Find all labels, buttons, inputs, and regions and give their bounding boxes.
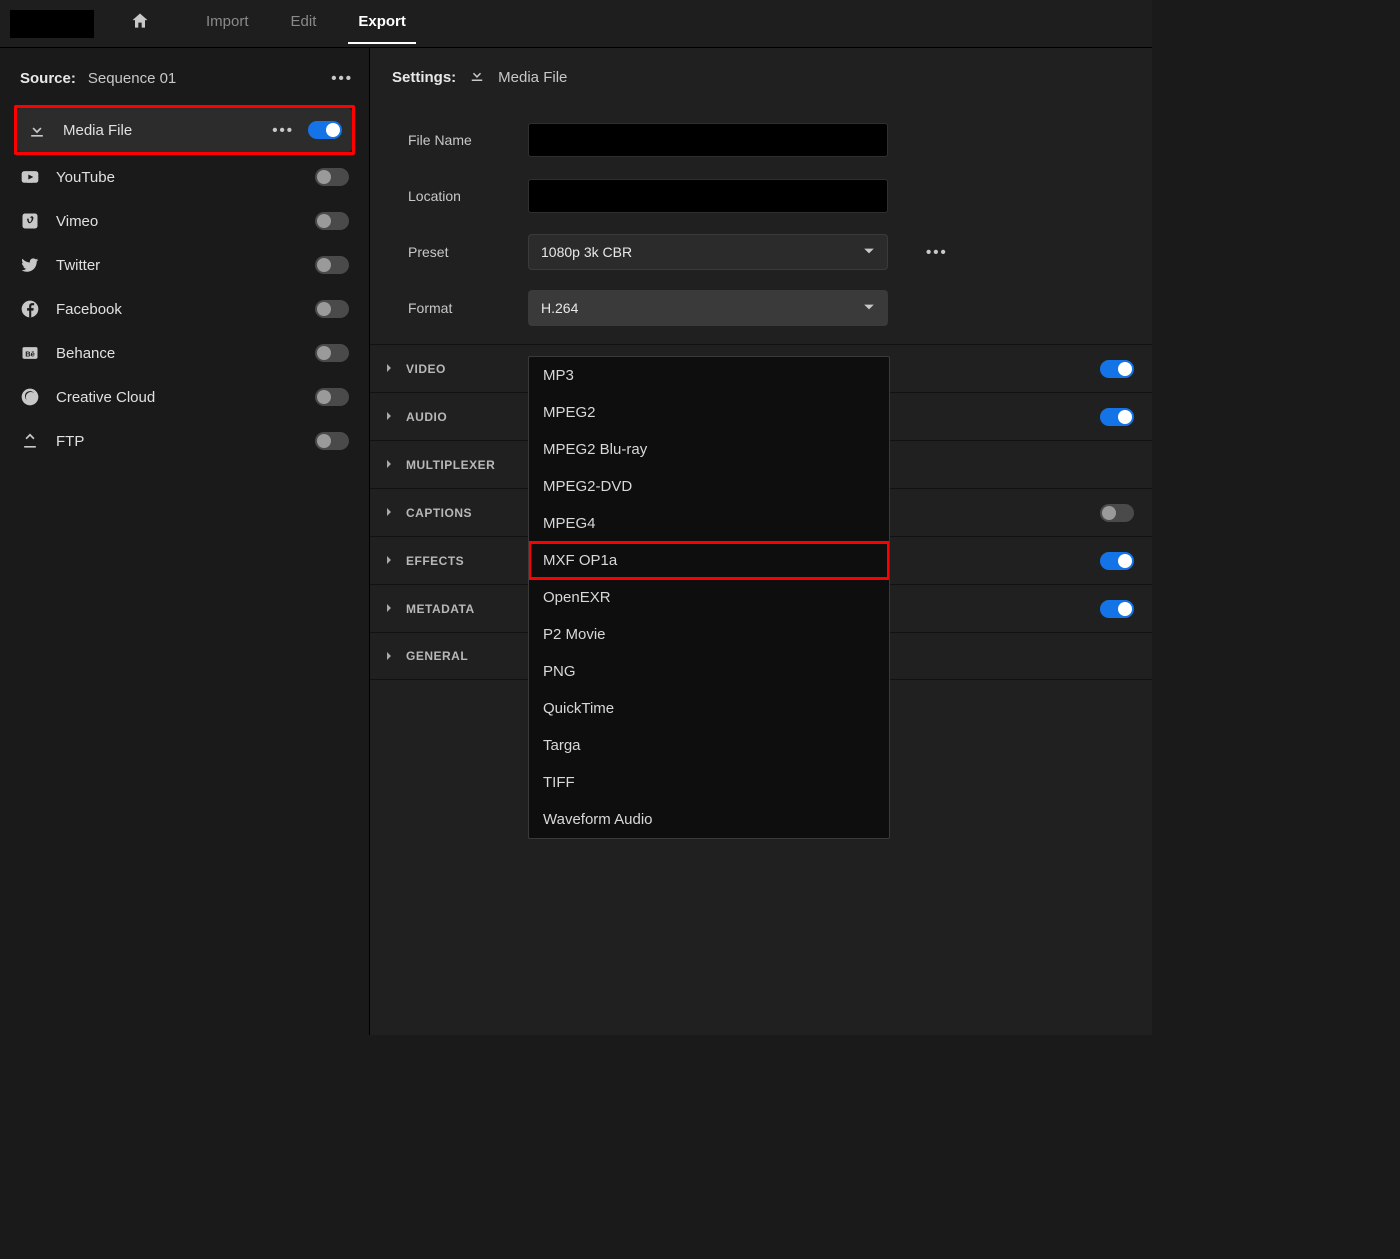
file-name-input[interactable] — [528, 123, 888, 157]
facebook-icon — [18, 297, 42, 321]
chevron-right-icon — [384, 600, 394, 617]
home-button[interactable] — [120, 1, 160, 47]
chevron-right-icon — [384, 360, 394, 377]
chevron-right-icon — [384, 408, 394, 425]
format-value: H.264 — [541, 300, 578, 316]
format-option[interactable]: PNG — [529, 653, 889, 690]
section-toggle[interactable] — [1100, 408, 1134, 426]
download-icon — [468, 66, 486, 88]
destination-vimeo[interactable]: Vimeo — [10, 199, 359, 243]
preset-row: Preset 1080p 3k CBR ••• — [408, 224, 1130, 280]
section-toggle[interactable] — [1100, 504, 1134, 522]
destination-toggle[interactable] — [315, 432, 349, 450]
destination-label: Vimeo — [56, 213, 301, 230]
section-toggle[interactable] — [1100, 552, 1134, 570]
destination-toggle[interactable] — [315, 388, 349, 406]
destination-toggle[interactable] — [308, 121, 342, 139]
youtube-icon — [18, 165, 42, 189]
format-label: Format — [408, 300, 508, 316]
vimeo-icon — [18, 209, 42, 233]
top-nav: Import Edit Export — [0, 0, 1152, 48]
location-input[interactable] — [528, 179, 888, 213]
destination-label: FTP — [56, 433, 301, 450]
preset-more-icon[interactable]: ••• — [926, 244, 948, 261]
source-label: Source: — [20, 70, 76, 87]
destination-toggle[interactable] — [315, 168, 349, 186]
section-toggle[interactable] — [1100, 600, 1134, 618]
destination-toggle[interactable] — [315, 300, 349, 318]
cc-icon — [18, 385, 42, 409]
destination-media-file[interactable]: Media File ••• — [17, 108, 352, 152]
file-name-row: File Name — [408, 112, 1130, 168]
settings-header: Settings: Media File — [370, 48, 1152, 102]
destination-youtube[interactable]: YouTube — [10, 155, 359, 199]
destination-label: Facebook — [56, 301, 301, 318]
preset-value: 1080p 3k CBR — [541, 244, 632, 260]
destination-toggle[interactable] — [315, 212, 349, 230]
format-option[interactable]: TIFF — [529, 764, 889, 801]
chevron-down-icon — [863, 244, 875, 260]
destination-label: Creative Cloud — [56, 389, 301, 406]
nav-tab-edit[interactable]: Edit — [281, 3, 327, 44]
format-dropdown[interactable]: MP3MPEG2MPEG2 Blu-rayMPEG2-DVDMPEG4MXF O… — [528, 356, 890, 839]
chevron-right-icon — [384, 648, 394, 665]
source-more-icon[interactable]: ••• — [331, 70, 353, 87]
source-row: Source: Sequence 01 ••• — [0, 56, 369, 101]
format-row: Format H.264 — [408, 280, 1130, 336]
download-icon — [25, 118, 49, 142]
destination-toggle[interactable] — [315, 256, 349, 274]
destination-twitter[interactable]: Twitter — [10, 243, 359, 287]
twitter-icon — [18, 253, 42, 277]
chevron-right-icon — [384, 504, 394, 521]
destination-toggle[interactable] — [315, 344, 349, 362]
format-option[interactable]: MPEG2 Blu-ray — [529, 431, 889, 468]
nav-tab-export[interactable]: Export — [348, 3, 416, 44]
location-row: Location — [408, 168, 1130, 224]
format-option[interactable]: OpenEXR — [529, 579, 889, 616]
ftp-icon — [18, 429, 42, 453]
format-option[interactable]: MPEG2 — [529, 394, 889, 431]
nav-tab-import[interactable]: Import — [196, 3, 259, 44]
destination-more-icon[interactable]: ••• — [272, 122, 294, 139]
location-label: Location — [408, 188, 508, 204]
chevron-right-icon — [384, 552, 394, 569]
behance-icon: Bē — [18, 341, 42, 365]
format-option[interactable]: Waveform Audio — [529, 801, 889, 838]
format-option[interactable]: MXF OP1a — [529, 542, 889, 579]
destination-facebook[interactable]: Facebook — [10, 287, 359, 331]
app-logo — [10, 10, 94, 38]
destination-label: Twitter — [56, 257, 301, 274]
chevron-down-icon — [863, 300, 875, 316]
destinations-panel: Source: Sequence 01 ••• Media File ••• You… — [0, 48, 370, 1035]
preset-select[interactable]: 1080p 3k CBR — [528, 234, 888, 270]
destination-label: Behance — [56, 345, 301, 362]
chevron-right-icon — [384, 456, 394, 473]
destination-ftp[interactable]: FTP — [10, 419, 359, 463]
format-option[interactable]: P2 Movie — [529, 616, 889, 653]
format-option[interactable]: MP3 — [529, 357, 889, 394]
file-name-label: File Name — [408, 132, 508, 148]
preset-label: Preset — [408, 244, 508, 260]
format-option[interactable]: QuickTime — [529, 690, 889, 727]
destination-creative-cloud[interactable]: Creative Cloud — [10, 375, 359, 419]
section-toggle[interactable] — [1100, 360, 1134, 378]
format-select[interactable]: H.264 — [528, 290, 888, 326]
settings-label: Settings: — [392, 69, 456, 86]
svg-text:Bē: Bē — [25, 349, 35, 358]
destination-label: YouTube — [56, 169, 301, 186]
format-option[interactable]: MPEG2-DVD — [529, 468, 889, 505]
settings-panel: Settings: Media File File Name Location … — [370, 48, 1152, 1035]
settings-title: Media File — [498, 69, 567, 86]
format-option[interactable]: Targa — [529, 727, 889, 764]
format-option[interactable]: MPEG4 — [529, 505, 889, 542]
destination-behance[interactable]: Bē Behance — [10, 331, 359, 375]
destination-label: Media File — [63, 122, 258, 139]
source-name: Sequence 01 — [88, 70, 176, 87]
